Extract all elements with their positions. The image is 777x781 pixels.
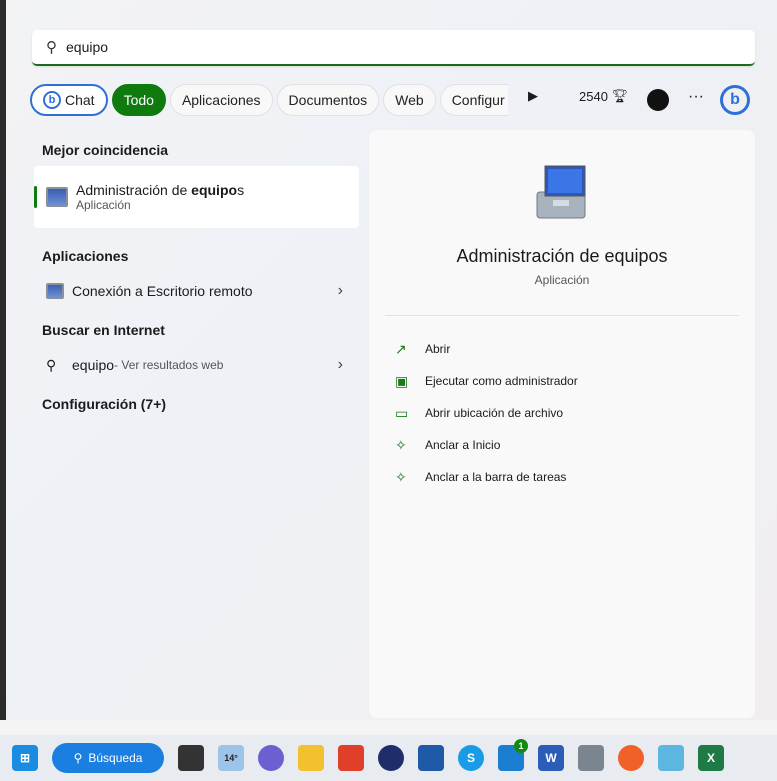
search-label: Búsqueda (88, 751, 143, 765)
bing-chat-icon[interactable]: b (720, 85, 750, 115)
web-hint: - Ver resultados web (114, 358, 224, 372)
pdf-app-icon[interactable] (338, 745, 364, 771)
teams-icon[interactable] (258, 745, 284, 771)
pin-icon: ✧ (395, 468, 407, 485)
app-name: Conexión a Escritorio remoto (72, 283, 253, 299)
best-match-name: Administración de equipos (76, 182, 245, 198)
more-options-icon[interactable]: ··· (688, 88, 704, 106)
chip-configuracion[interactable]: Configur (439, 84, 508, 116)
mail-badge: 1 (514, 739, 528, 753)
detail-title: Administración de equipos (456, 246, 668, 266)
action-run-as-admin[interactable]: ▣ Ejecutar como administrador (395, 365, 578, 397)
action-open[interactable]: ↗ Abrir (395, 333, 578, 365)
search-icon: ⚲ (73, 751, 83, 765)
paint-icon[interactable] (658, 745, 684, 771)
mail-icon[interactable]: 1 (498, 739, 528, 771)
computer-management-icon (46, 187, 68, 207)
store-icon[interactable] (418, 745, 444, 771)
skype-icon[interactable]: S (458, 745, 484, 771)
bing-icon: b (43, 91, 61, 109)
apps-heading: Aplicaciones (42, 248, 129, 264)
search-query: equipo (66, 39, 109, 55)
taskbar: ⊞ ⚲ Búsqueda 14° S 1 W X (0, 735, 777, 781)
detail-pane: Administración de equipos Aplicación ↗ Ab… (369, 130, 755, 718)
chip-label: Chat (65, 92, 95, 108)
best-match-type: Aplicación (76, 198, 131, 212)
web-heading: Buscar en Internet (42, 322, 165, 338)
web-search-item[interactable]: ⚲ equipo - Ver resultados web › (34, 346, 359, 384)
results-list: Mejor coincidencia Administración de equ… (34, 130, 359, 420)
word-icon[interactable]: W (538, 745, 564, 771)
divider (385, 315, 739, 316)
trophy-icon: 🏆︎ (611, 88, 629, 103)
web-query: equipo (72, 357, 115, 373)
taskbar-search-button[interactable]: ⚲ Búsqueda (52, 743, 164, 773)
detail-type: Aplicación (534, 273, 590, 287)
rewards-points[interactable]: 2540 🏆︎ (579, 88, 628, 104)
remote-desktop-icon (46, 283, 64, 299)
points-value: 2540 (579, 88, 608, 104)
chip-aplicaciones[interactable]: Aplicaciones (169, 84, 273, 116)
open-external-icon: ↗ (395, 340, 407, 357)
action-pin-start[interactable]: ✧ Anclar a Inicio (395, 429, 578, 461)
chip-documentos[interactable]: Documentos (276, 84, 380, 116)
pin-icon: ✧ (395, 436, 407, 453)
chip-todo[interactable]: Todo (111, 84, 166, 116)
action-pin-taskbar[interactable]: ✧ Anclar a la barra de tareas (395, 461, 578, 493)
firefox-icon[interactable] (618, 745, 644, 771)
search-icon: ⚲ (46, 39, 57, 56)
chess-app-icon[interactable] (378, 745, 404, 771)
calculator-icon[interactable] (578, 745, 604, 771)
chip-chat[interactable]: b Chat (30, 84, 108, 116)
chevron-right-icon[interactable]: › (338, 282, 343, 300)
computer-management-icon (536, 165, 586, 219)
avatar[interactable] (647, 89, 669, 111)
excel-icon[interactable]: X (698, 745, 724, 771)
search-input[interactable]: ⚲ equipo (32, 30, 755, 66)
file-explorer-icon[interactable] (298, 745, 324, 771)
weather-temp: 14° (224, 753, 238, 763)
search-icon: ⚲ (46, 356, 57, 373)
scroll-right-button[interactable]: ▶ (528, 88, 538, 104)
chevron-right-icon[interactable]: › (338, 356, 343, 374)
actions-list: ↗ Abrir ▣ Ejecutar como administrador ▭ Abr… (395, 333, 578, 493)
filter-chips: b Chat Todo Aplicaciones Documentos Web C… (30, 83, 508, 117)
shield-admin-icon: ▣ (395, 372, 409, 389)
action-open-file-location[interactable]: ▭ Abrir ubicación de archivo (395, 397, 578, 429)
best-match-item[interactable]: Administración de equipos Aplicación (34, 166, 359, 228)
folder-icon: ▭ (395, 404, 409, 421)
best-match-heading: Mejor coincidencia (42, 142, 169, 158)
task-view-icon[interactable] (178, 745, 204, 771)
settings-heading[interactable]: Configuración (7+) (34, 384, 359, 420)
app-item-remote-desktop[interactable]: Conexión a Escritorio remoto › (34, 272, 359, 310)
desktop-background (0, 720, 777, 735)
start-button[interactable]: ⊞ (12, 745, 38, 771)
weather-icon[interactable]: 14° (218, 745, 244, 771)
chip-web[interactable]: Web (383, 84, 436, 116)
